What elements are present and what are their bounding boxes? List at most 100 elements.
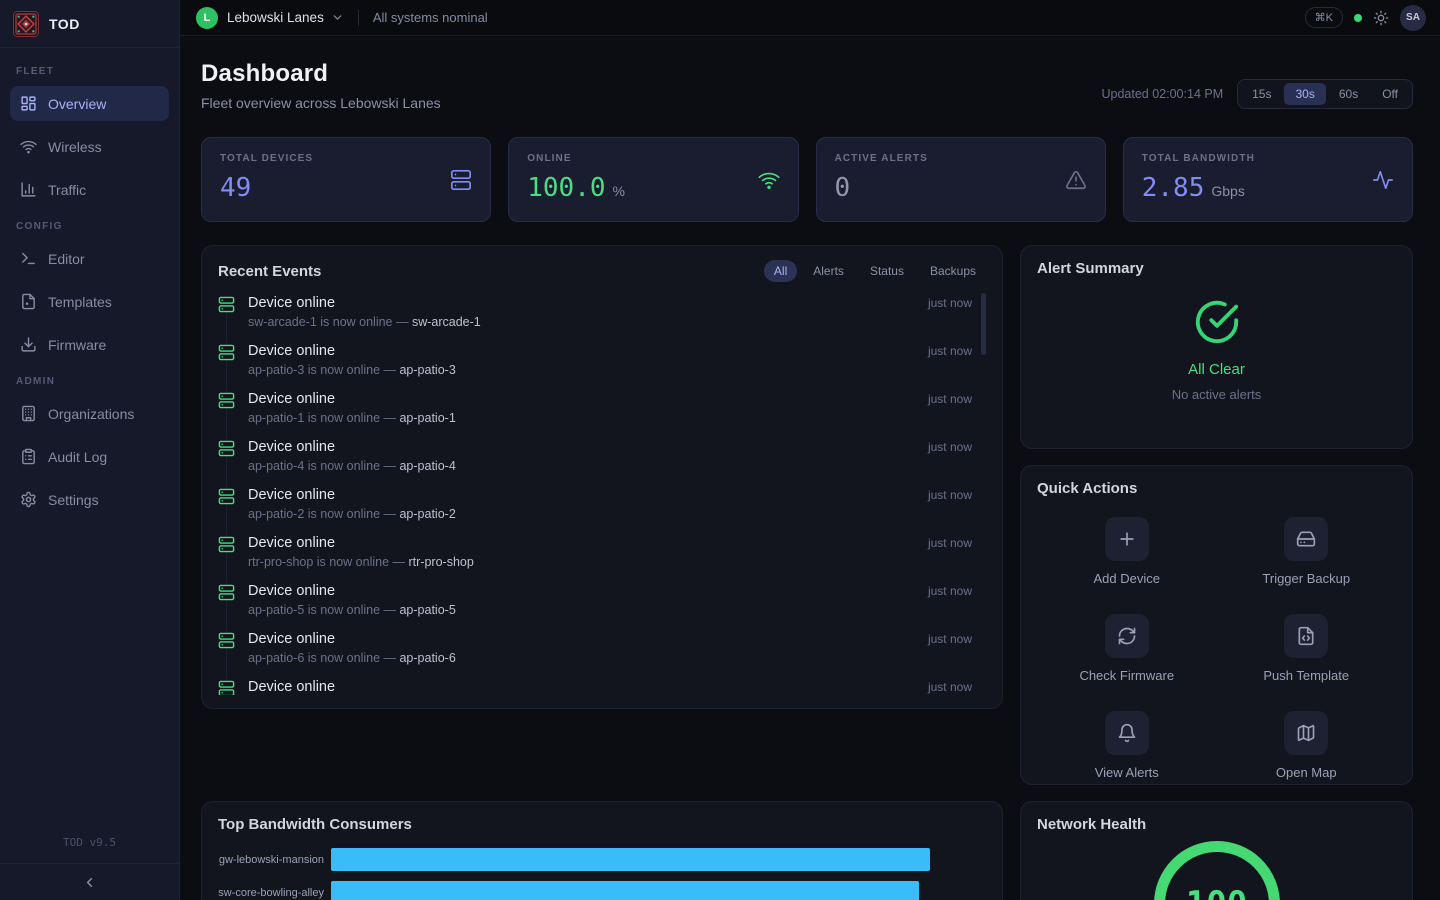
command-palette-button[interactable]: ⌘K: [1305, 7, 1343, 28]
refresh-option-15s[interactable]: 15s: [1241, 83, 1282, 105]
sidebar-item-overview[interactable]: Overview: [10, 86, 169, 121]
sidebar-item-settings[interactable]: Settings: [10, 482, 169, 517]
user-avatar[interactable]: SA: [1400, 5, 1426, 31]
network-health-panel: Network Health 100: [1020, 801, 1413, 900]
check-firmware-button[interactable]: Check Firmware: [1037, 614, 1217, 683]
event-row: Device online just now ap-patio-1 is now…: [218, 387, 972, 435]
bandwidth-device-label: sw-core-bowling-alley: [218, 887, 331, 899]
sidebar-item-label: Organizations: [48, 406, 134, 422]
clipboard-icon: [20, 448, 37, 465]
stat-label: ONLINE: [527, 153, 779, 164]
event-description: ap-patio-6 is now online — ap-patio-6: [248, 651, 972, 665]
quick-actions-title: Quick Actions: [1037, 480, 1396, 497]
event-timestamp: just now: [928, 440, 972, 454]
sun-icon[interactable]: [1373, 10, 1389, 26]
event-title: Device online: [248, 391, 335, 407]
org-name: Lebowski Lanes: [227, 10, 324, 25]
sidebar-collapse-button[interactable]: [0, 863, 179, 900]
scrollbar-thumb[interactable]: [981, 293, 986, 355]
event-title: Device online: [248, 295, 335, 311]
event-row: Device online just now rtr-pro-shop is n…: [218, 531, 972, 579]
refresh-option-30s[interactable]: 30s: [1284, 83, 1325, 105]
bell-icon: [1105, 711, 1149, 755]
stat-unit: %: [613, 183, 625, 199]
open-map-button[interactable]: Open Map: [1217, 711, 1397, 780]
sidebar-item-label: Overview: [48, 96, 106, 112]
event-row: Device online just now ap-patio-4 is now…: [218, 435, 972, 483]
event-timestamp: just now: [928, 344, 972, 358]
app-version: TOD v9.5: [0, 836, 179, 863]
events-list: Device online just now sw-arcade-1 is no…: [218, 291, 986, 695]
server-icon: [218, 391, 235, 409]
health-gauge-ring: 100: [1154, 841, 1280, 900]
event-timestamp: just now: [928, 392, 972, 406]
sidebar-item-firmware[interactable]: Firmware: [10, 327, 169, 362]
layout-dashboard-icon: [20, 95, 37, 112]
event-row: Device online just now sw-arcade-1 is no…: [218, 291, 972, 339]
sidebar-item-label: Templates: [48, 294, 112, 310]
sidebar-item-label: Editor: [48, 251, 85, 267]
sidebar-item-audit-log[interactable]: Audit Log: [10, 439, 169, 474]
nav-section-admin: ADMIN: [16, 376, 163, 387]
sidebar-item-traffic[interactable]: Traffic: [10, 172, 169, 207]
trigger-backup-button[interactable]: Trigger Backup: [1217, 517, 1397, 586]
event-timestamp: just now: [928, 488, 972, 502]
refresh-option-off[interactable]: Off: [1371, 83, 1409, 105]
server-icon: [218, 487, 235, 505]
bandwidth-device-label: gw-lebowski-mansion: [218, 854, 331, 866]
stat-card-active-alerts: ACTIVE ALERTS 0: [816, 137, 1106, 222]
bandwidth-consumers-panel: Top Bandwidth Consumers gw-lebowski-mans…: [201, 801, 1003, 900]
terminal-icon: [20, 250, 37, 267]
sidebar-item-label: Audit Log: [48, 449, 107, 465]
nav-section-fleet: FLEET: [16, 66, 163, 77]
sidebar-item-organizations[interactable]: Organizations: [10, 396, 169, 431]
server-icon: [218, 631, 235, 649]
event-timestamp: just now: [928, 296, 972, 310]
server-icon: [218, 343, 235, 361]
page-title: Dashboard: [201, 60, 441, 88]
event-description: ap-patio-1 is now online — ap-patio-1: [248, 411, 972, 425]
refresh-icon: [1105, 614, 1149, 658]
event-title: Device online: [248, 439, 335, 455]
health-gauge-value: 100: [1186, 884, 1247, 900]
tab-status[interactable]: Status: [860, 260, 914, 282]
hard-drive-icon: [1284, 517, 1328, 561]
tab-alerts[interactable]: Alerts: [803, 260, 854, 282]
push-template-button[interactable]: Push Template: [1217, 614, 1397, 683]
stat-label: ACTIVE ALERTS: [835, 153, 1087, 164]
sidebar-header: TOD: [0, 0, 179, 48]
bandwidth-bar: [331, 881, 919, 900]
event-row: Device online just now ap-patio-2 is now…: [218, 483, 972, 531]
sidebar-item-editor[interactable]: Editor: [10, 241, 169, 276]
server-icon: [218, 439, 235, 457]
tab-all[interactable]: All: [764, 260, 797, 282]
sidebar-item-label: Firmware: [48, 337, 106, 353]
event-title: Device online: [248, 631, 335, 647]
map-icon: [1284, 711, 1328, 755]
file-icon: [20, 293, 37, 310]
action-label: Open Map: [1276, 765, 1337, 780]
refresh-option-60s[interactable]: 60s: [1328, 83, 1369, 105]
plus-icon: [1105, 517, 1149, 561]
sidebar-item-templates[interactable]: Templates: [10, 284, 169, 319]
view-alerts-button[interactable]: View Alerts: [1037, 711, 1217, 780]
sidebar-item-wireless[interactable]: Wireless: [10, 129, 169, 164]
chevron-left-icon: [82, 875, 97, 890]
bandwidth-bar-track: [331, 881, 986, 900]
app-name: TOD: [49, 16, 80, 32]
event-title: Device online: [248, 583, 335, 599]
connection-status-dot: [1354, 14, 1362, 22]
nav-section-config: CONFIG: [16, 221, 163, 232]
tab-backups[interactable]: Backups: [920, 260, 986, 282]
recent-events-panel: Recent Events All Alerts Status Backups …: [201, 245, 1003, 709]
action-label: Add Device: [1094, 571, 1160, 586]
stat-value: 49: [220, 173, 251, 203]
event-timestamp: just now: [928, 632, 972, 646]
file-code-icon: [1284, 614, 1328, 658]
topbar-divider: [358, 10, 359, 26]
org-selector[interactable]: L Lebowski Lanes: [196, 7, 344, 29]
add-device-button[interactable]: Add Device: [1037, 517, 1217, 586]
event-description: ap-patio-3 is now online — ap-patio-3: [248, 363, 972, 377]
wifi-icon: [20, 138, 37, 155]
server-icon: [218, 295, 235, 313]
